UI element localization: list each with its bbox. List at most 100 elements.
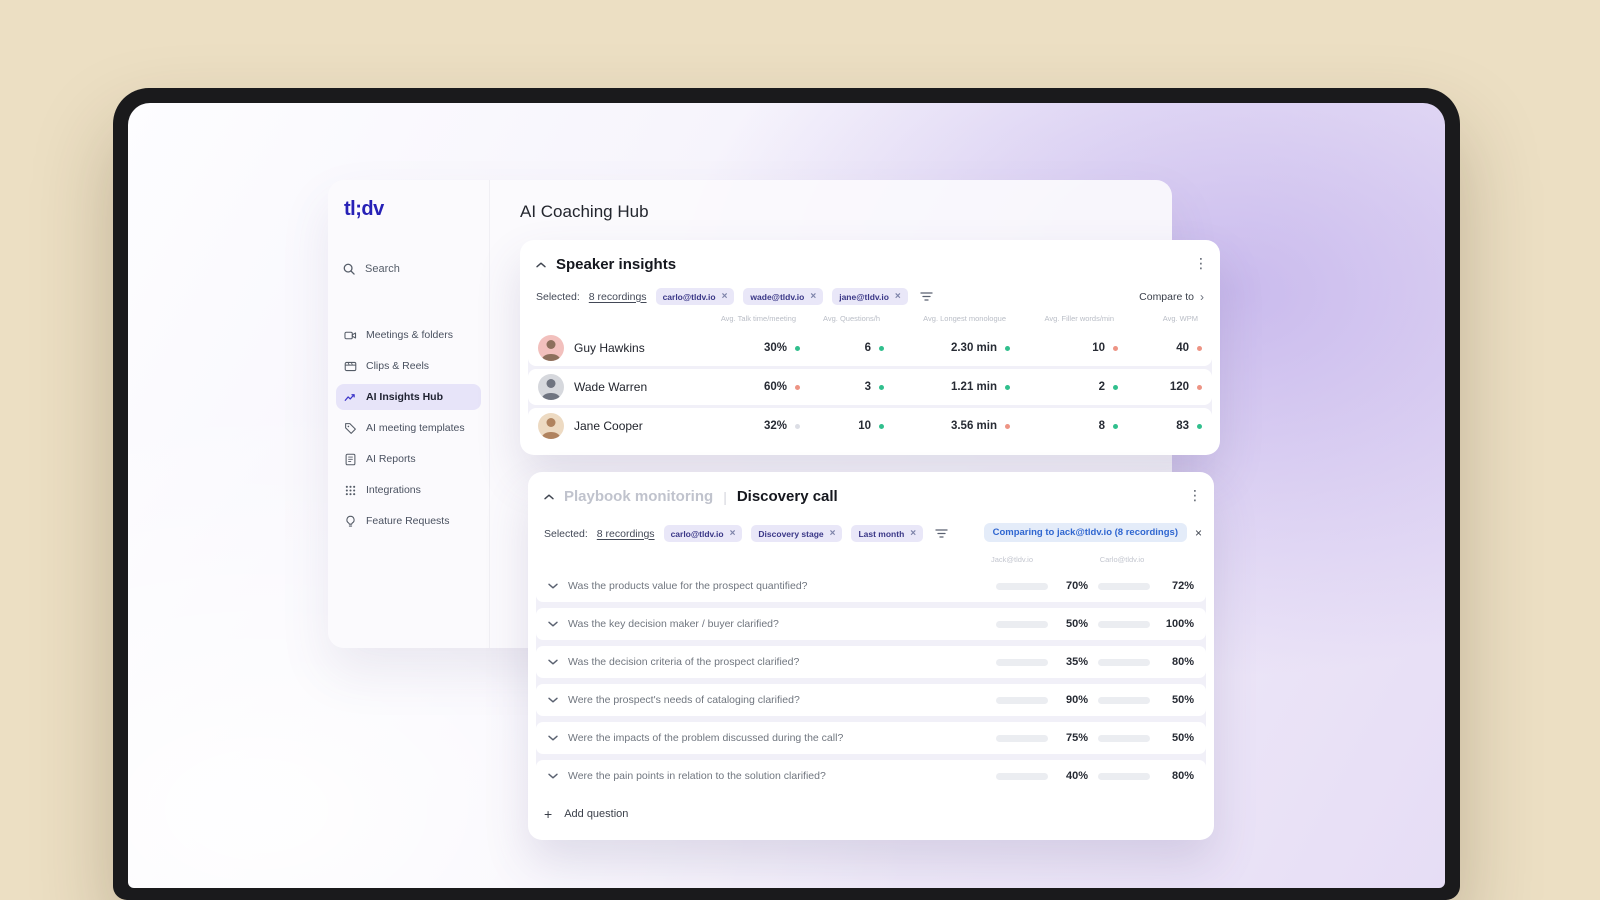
kebab-menu-icon[interactable]: ⋮ <box>1188 488 1202 502</box>
title-separator: | <box>723 488 727 505</box>
progress-bar <box>1098 658 1150 666</box>
progress-bar <box>996 772 1048 780</box>
avatar <box>538 413 564 439</box>
filter-chip-label: jane@tldv.io <box>839 291 889 302</box>
sidebar-item-ai-meeting-templates[interactable]: AI meeting templates <box>336 415 481 441</box>
sidebar-item-label: Integrations <box>366 484 421 496</box>
percentage-value: 75% <box>1065 732 1088 744</box>
progress-bar <box>996 658 1048 666</box>
sidebar-item-clips-reels[interactable]: Clips & Reels <box>336 353 481 379</box>
playbook-monitoring-panel: Playbook monitoring | Discovery call ⋮ S… <box>528 472 1214 840</box>
table-row[interactable]: Guy Hawkins 30% 6 2.30 min 10 40 <box>528 330 1212 366</box>
panel-title-muted: Playbook monitoring <box>564 488 714 505</box>
chevron-down-icon[interactable] <box>548 697 558 703</box>
column-header: Avg. Talk time/meeting <box>720 314 796 323</box>
question-row[interactable]: Was the products value for the prospect … <box>536 570 1206 602</box>
collapse-chevron-up-icon[interactable] <box>536 262 546 268</box>
chevron-down-icon[interactable] <box>548 659 558 665</box>
column-header: Avg. Filler words/min <box>1044 314 1114 323</box>
question-row[interactable]: Was the decision criteria of the prospec… <box>536 646 1206 678</box>
filter-chip-label: Last month <box>858 528 905 539</box>
sidebar-nav: Meetings & folders Clips & Reels AI Insi… <box>336 322 481 534</box>
metric-value: 10 <box>858 420 871 432</box>
chevron-right-icon: › <box>1200 290 1204 304</box>
table-row[interactable]: Jane Cooper 32% 10 3.56 min 8 83 <box>528 408 1212 444</box>
sidebar-item-label: Meetings & folders <box>366 329 453 341</box>
chevron-down-icon[interactable] <box>548 735 558 741</box>
close-icon[interactable]: × <box>910 528 916 539</box>
column-header: Avg. Questions/h <box>823 314 880 323</box>
close-icon[interactable]: × <box>830 528 836 539</box>
percentage-value: 40% <box>1065 770 1088 782</box>
question-row[interactable]: Were the prospect's needs of cataloging … <box>536 684 1206 716</box>
filter-chip-carlo[interactable]: carlo@tldv.io × <box>655 288 735 305</box>
sidebar-item-ai-reports[interactable]: AI Reports <box>336 446 481 472</box>
filter-chip-wade[interactable]: wade@tldv.io × <box>743 288 824 305</box>
chevron-down-icon[interactable] <box>548 583 558 589</box>
sidebar-item-meetings-folders[interactable]: Meetings & folders <box>336 322 481 348</box>
kebab-menu-icon[interactable]: ⋮ <box>1194 256 1208 270</box>
question-row[interactable]: Were the impacts of the problem discusse… <box>536 722 1206 754</box>
filter-lines-icon[interactable] <box>920 291 933 302</box>
filter-chip-carlo[interactable]: carlo@tldv.io × <box>663 525 743 542</box>
tag-icon <box>344 422 357 435</box>
panel-title: Discovery call <box>736 488 838 505</box>
recordings-count-link[interactable]: 8 recordings <box>597 528 655 540</box>
filter-chip-last-month[interactable]: Last month × <box>851 525 924 542</box>
table-row[interactable]: Wade Warren 60% 3 1.21 min 2 120 <box>528 369 1212 405</box>
sidebar-item-integrations[interactable]: Integrations <box>336 477 481 503</box>
compare-to-button[interactable]: Compare to › <box>1139 290 1204 304</box>
percentage-value: 90% <box>1065 694 1088 706</box>
speaker-table-headers: Avg. Talk time/meeting Avg. Questions/h … <box>528 314 1212 323</box>
question-text: Was the decision criteria of the prospec… <box>568 656 800 668</box>
metric-value: 2.30 min <box>950 342 997 354</box>
metric-value: 2 <box>1098 381 1105 393</box>
close-icon[interactable]: × <box>895 291 901 302</box>
chevron-down-icon[interactable] <box>548 621 558 627</box>
chart-line-icon <box>344 391 357 404</box>
bar-column-header: Jack@tldv.io <box>990 555 1034 564</box>
filter-lines-icon[interactable] <box>935 528 948 539</box>
question-list: Was the products value for the prospect … <box>536 570 1206 792</box>
comparing-to-chip[interactable]: Comparing to jack@tldv.io (8 recordings) <box>983 523 1187 542</box>
question-row[interactable]: Were the pain points in relation to the … <box>536 760 1206 792</box>
close-icon[interactable]: × <box>722 291 728 302</box>
filter-chip-label: carlo@tldv.io <box>662 291 716 302</box>
filter-chip-discovery-stage[interactable]: Discovery stage × <box>751 525 843 542</box>
close-icon[interactable]: × <box>1195 526 1202 540</box>
sidebar: tl;dv Search Meetings & folders Clips & … <box>328 180 490 648</box>
speaker-insights-panel: Speaker insights ⋮ Selected: 8 recording… <box>520 240 1220 455</box>
progress-bar <box>1098 582 1150 590</box>
metric-value: 40 <box>1176 342 1189 354</box>
avatar <box>538 374 564 400</box>
percentage-value: 50% <box>1171 694 1194 706</box>
column-header: Avg. Longest monologue <box>923 314 1006 323</box>
close-icon[interactable]: × <box>730 528 736 539</box>
progress-bar <box>996 582 1048 590</box>
percentage-value: 72% <box>1171 580 1194 592</box>
search-button[interactable]: Search <box>342 262 400 276</box>
percentage-value: 35% <box>1065 656 1088 668</box>
percentage-value: 80% <box>1171 656 1194 668</box>
filter-chip-jane[interactable]: jane@tldv.io × <box>832 288 908 305</box>
add-question-button[interactable]: + Add question <box>544 798 628 830</box>
sidebar-item-ai-insights-hub[interactable]: AI Insights Hub <box>336 384 481 410</box>
metric-value: 30% <box>763 342 787 354</box>
question-text: Were the pain points in relation to the … <box>568 770 826 782</box>
question-text: Was the products value for the prospect … <box>568 580 808 592</box>
plus-icon: + <box>544 806 553 822</box>
laptop-frame: tl;dv Search Meetings & folders Clips & … <box>113 88 1460 900</box>
question-row[interactable]: Was the key decision maker / buyer clari… <box>536 608 1206 640</box>
sidebar-item-feature-requests[interactable]: Feature Requests <box>336 508 481 534</box>
video-camera-icon <box>344 329 357 342</box>
progress-bar <box>1098 772 1150 780</box>
metric-value: 8 <box>1098 420 1105 432</box>
chevron-down-icon[interactable] <box>548 773 558 779</box>
close-icon[interactable]: × <box>810 291 816 302</box>
recordings-count-link[interactable]: 8 recordings <box>589 291 647 303</box>
collapse-chevron-up-icon[interactable] <box>544 494 554 500</box>
progress-bar <box>1098 696 1150 704</box>
tldv-logo: tl;dv <box>344 198 384 220</box>
search-label: Search <box>365 263 400 275</box>
speaker-name: Jane Cooper <box>574 419 643 433</box>
